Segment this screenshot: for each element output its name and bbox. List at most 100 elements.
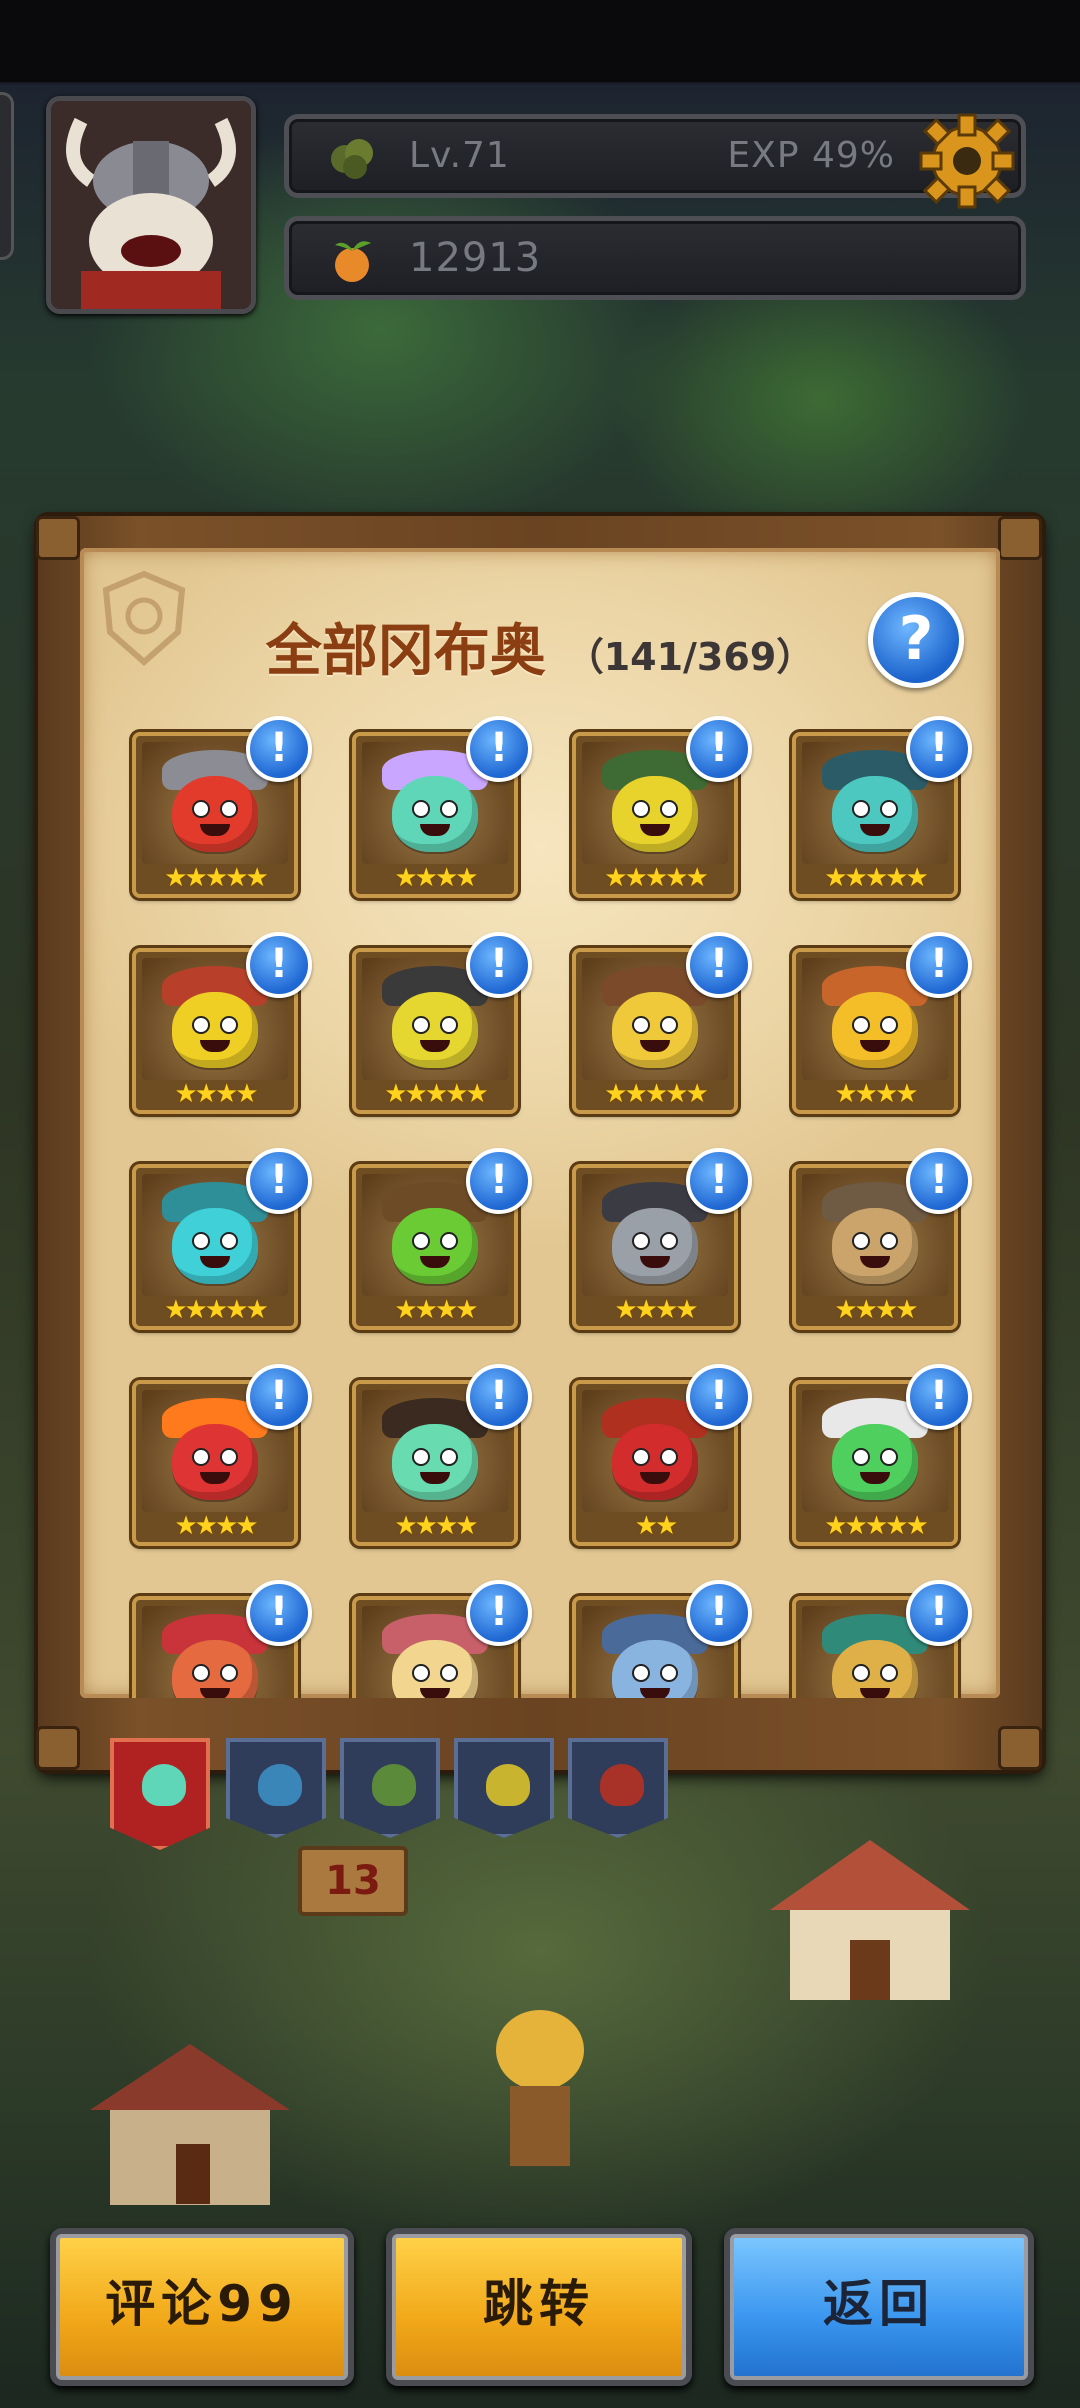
category-icon — [258, 1764, 302, 1806]
creature-card[interactable]: ★★★★! — [132, 1364, 312, 1546]
mouth-icon — [200, 1472, 230, 1484]
mouth-icon — [860, 1040, 890, 1052]
star-rating: ★★★★★ — [824, 1511, 929, 1541]
mouth-icon — [200, 824, 230, 836]
tab-red[interactable] — [568, 1738, 668, 1838]
info-badge-button[interactable]: ! — [686, 932, 752, 998]
side-drawer-tab[interactable] — [0, 92, 14, 260]
info-badge-button[interactable]: ! — [686, 1580, 752, 1646]
mouth-icon — [200, 1688, 230, 1698]
star-rating: ★★★★ — [614, 1295, 698, 1325]
info-badge-button[interactable]: ! — [906, 1148, 972, 1214]
creature-card[interactable]: ★★★★★! — [572, 932, 752, 1114]
creature-card[interactable]: ! — [792, 1580, 972, 1698]
info-badge-button[interactable]: ! — [906, 716, 972, 782]
info-badge-button[interactable]: ! — [466, 932, 532, 998]
help-button[interactable]: ? — [868, 592, 964, 688]
info-badge-button[interactable]: ! — [466, 1364, 532, 1430]
eye-icon — [192, 1232, 210, 1250]
info-badge-button[interactable]: ! — [906, 1364, 972, 1430]
info-badge-button[interactable]: ! — [686, 1148, 752, 1214]
eye-icon — [852, 1232, 870, 1250]
star-rating: ★★★★ — [394, 1511, 478, 1541]
info-badge-button[interactable]: ! — [246, 1580, 312, 1646]
creature-card[interactable]: ★★★★! — [132, 932, 312, 1114]
info-badge-button[interactable]: ! — [246, 1364, 312, 1430]
creature-portrait-icon — [172, 992, 258, 1068]
tab-blue[interactable] — [226, 1738, 326, 1838]
creature-portrait-icon — [392, 992, 478, 1068]
mouth-icon — [860, 1472, 890, 1484]
eye-icon — [440, 1664, 458, 1682]
info-badge-button[interactable]: ! — [466, 1580, 532, 1646]
info-badge-button[interactable]: ! — [246, 716, 312, 782]
eye-icon — [660, 800, 678, 818]
tab-yellow[interactable] — [454, 1738, 554, 1838]
info-badge-button[interactable]: ! — [906, 1580, 972, 1646]
tab-green[interactable] — [340, 1738, 440, 1838]
creature-card[interactable]: ★★★★! — [792, 932, 972, 1114]
eye-icon — [880, 1232, 898, 1250]
creature-portrait-icon — [172, 1208, 258, 1284]
panel-corner — [36, 516, 80, 560]
comment-button[interactable]: 评论99 — [50, 2228, 354, 2386]
creature-card[interactable]: ★★★★! — [352, 1148, 532, 1330]
eye-icon — [192, 800, 210, 818]
eye-icon — [440, 1016, 458, 1034]
fruit-coin-icon — [335, 241, 371, 282]
eye-icon — [220, 1232, 238, 1250]
creature-card[interactable]: ★★★★! — [352, 716, 532, 898]
creature-card[interactable]: ! — [352, 1580, 532, 1698]
creature-card[interactable]: ★★★★! — [352, 1364, 532, 1546]
creature-portrait-icon — [832, 776, 918, 852]
category-icon — [372, 1764, 416, 1806]
creature-card[interactable]: ★★★★★! — [792, 716, 972, 898]
bush-icon — [331, 139, 373, 179]
gear-icon[interactable] — [915, 109, 1019, 213]
tab-all[interactable] — [110, 1738, 210, 1850]
creature-card[interactable]: ★★★★★! — [132, 716, 312, 898]
eye-icon — [852, 1448, 870, 1466]
creature-card[interactable]: ★★★★★! — [132, 1148, 312, 1330]
creature-card[interactable]: ! — [132, 1580, 312, 1698]
coin-bar: 12913 — [284, 216, 1026, 300]
creature-card[interactable]: ★★★★★! — [352, 932, 532, 1114]
jump-button[interactable]: 跳转 — [386, 2228, 692, 2386]
mouth-icon — [420, 1256, 450, 1268]
info-badge-button[interactable]: ! — [686, 1364, 752, 1430]
eye-icon — [660, 1448, 678, 1466]
mouth-icon — [420, 1040, 450, 1052]
eye-icon — [192, 1664, 210, 1682]
panel-title: 全部冈布奥 （141/369） — [80, 606, 1000, 687]
eye-icon — [440, 1232, 458, 1250]
panel-corner — [998, 1726, 1042, 1770]
creature-portrait-icon — [832, 1424, 918, 1500]
info-badge-button[interactable]: ! — [246, 1148, 312, 1214]
mouth-icon — [420, 1472, 450, 1484]
creature-card[interactable]: ★★★★! — [792, 1148, 972, 1330]
mouth-icon — [200, 1256, 230, 1268]
status-bar-area — [0, 0, 1080, 82]
mouth-icon — [640, 1256, 670, 1268]
eye-icon — [660, 1664, 678, 1682]
star-rating: ★★★★ — [394, 1295, 478, 1325]
info-badge-button[interactable]: ! — [466, 716, 532, 782]
info-badge-button[interactable]: ! — [466, 1148, 532, 1214]
info-badge-button[interactable]: ! — [246, 932, 312, 998]
eye-icon — [192, 1016, 210, 1034]
creature-card[interactable]: ! — [572, 1580, 752, 1698]
star-rating: ★★★★★ — [604, 863, 709, 893]
info-badge-button[interactable]: ! — [686, 716, 752, 782]
creature-card[interactable]: ★★! — [572, 1364, 752, 1546]
eye-icon — [220, 1016, 238, 1034]
player-avatar[interactable] — [46, 96, 256, 314]
creature-card[interactable]: ★★★★★! — [792, 1364, 972, 1546]
eye-icon — [412, 800, 430, 818]
eye-icon — [660, 1232, 678, 1250]
back-button[interactable]: 返回 — [724, 2228, 1034, 2386]
info-badge-button[interactable]: ! — [906, 932, 972, 998]
eye-icon — [880, 1016, 898, 1034]
creature-card[interactable]: ★★★★! — [572, 1148, 752, 1330]
creature-card[interactable]: ★★★★★! — [572, 716, 752, 898]
eye-icon — [632, 1232, 650, 1250]
